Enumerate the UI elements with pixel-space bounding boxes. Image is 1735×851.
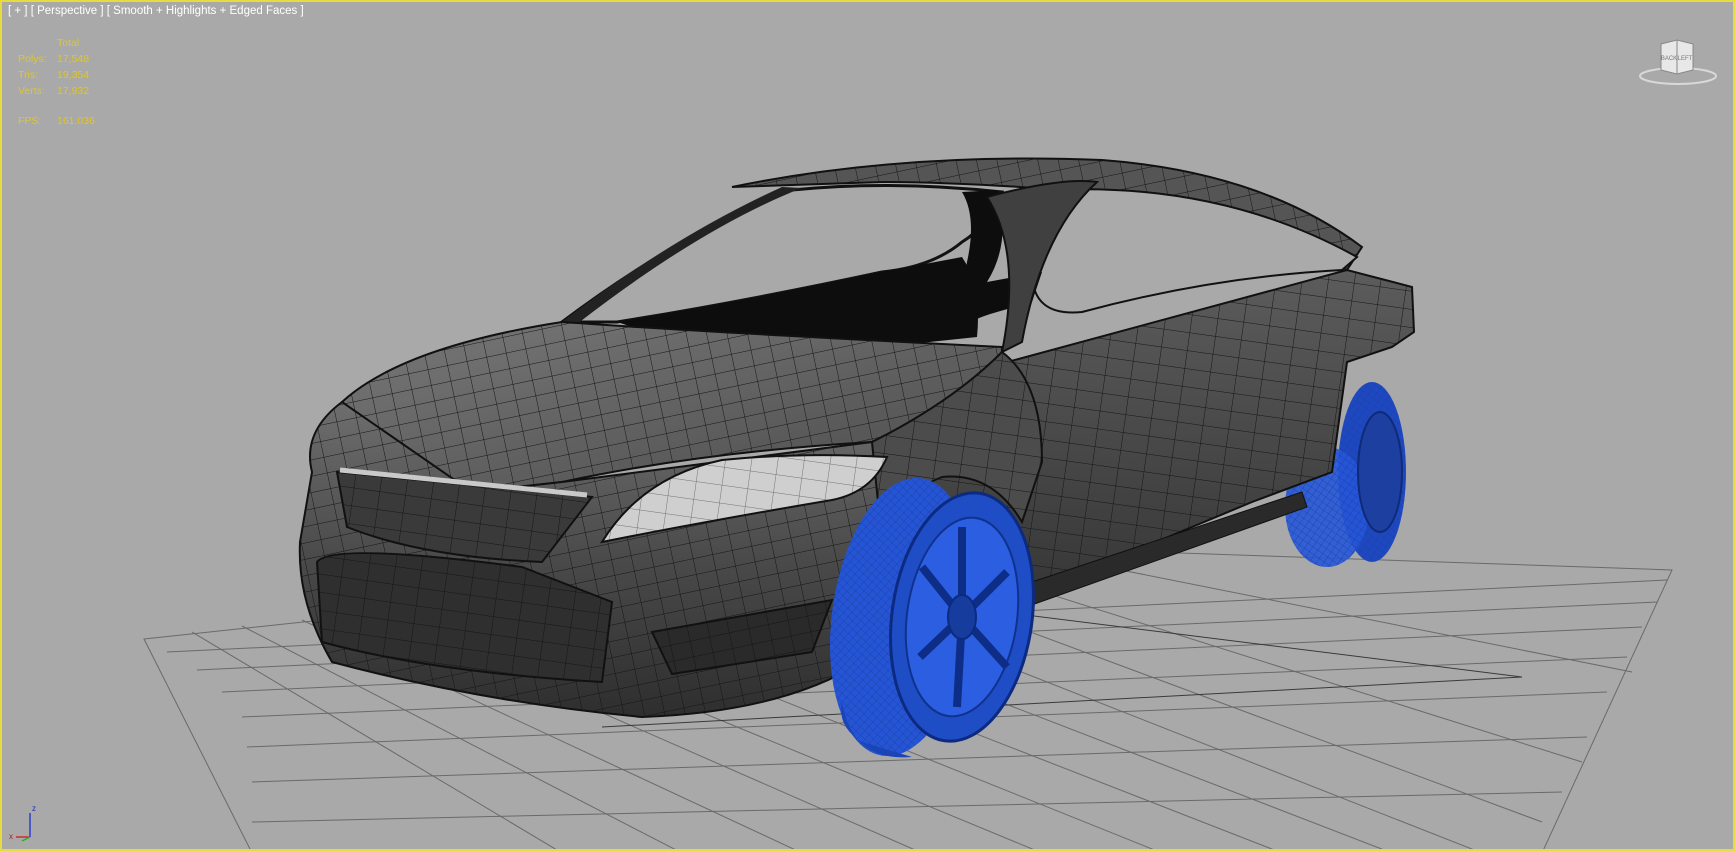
axis-z-label: z [32,804,36,813]
shading-mode-menu[interactable]: [ Smooth + Highlights + Edged Faces ] [107,5,304,17]
viewport-menu-button[interactable]: [ + ] [8,5,28,17]
tris-label: Tris: [18,69,39,81]
scene-canvas[interactable] [2,2,1735,851]
viewcube-back-face[interactable]: BACK [1661,56,1677,62]
viewport-label[interactable]: [ + ] [ Perspective ] [ Smooth + Highlig… [8,5,304,17]
fps-value: 161.036 [57,115,95,127]
perspective-viewport[interactable]: [ + ] [ Perspective ] [ Smooth + Highlig… [0,0,1735,851]
polys-value: 17,548 [57,53,90,65]
axis-tripod: z x [9,804,36,842]
tris-value: 19,354 [57,69,90,81]
verts-label: Verts: [18,85,45,97]
statistics-overlay: Total Polys: 17,548 Tris: 19,354 Verts: 17,… [18,35,117,129]
fps-label: FPS: [18,115,42,127]
polys-label: Polys: [18,53,47,65]
viewcube-left-face[interactable]: LEFT [1678,56,1693,62]
verts-value: 17,932 [57,85,90,97]
viewcube[interactable]: BACK LEFT [1637,36,1719,86]
stats-header: Total [57,37,80,49]
axis-x-label: x [9,832,13,841]
view-type-menu[interactable]: [ Perspective ] [31,5,104,17]
